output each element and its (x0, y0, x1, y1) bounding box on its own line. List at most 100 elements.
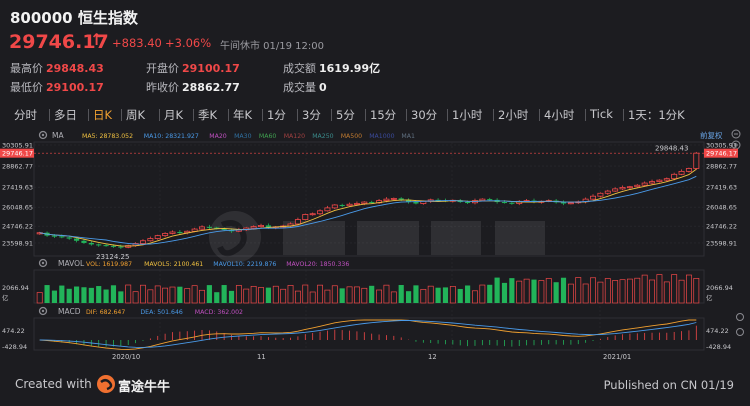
volume-bar (243, 288, 250, 304)
volume-bar (509, 278, 515, 303)
price-tick: 30305.91 (2, 142, 33, 150)
volume-bar (125, 284, 132, 304)
volume-bar (405, 291, 412, 303)
tab-9[interactable]: 5分 (336, 107, 355, 123)
volume-bar (59, 285, 65, 303)
volume-bar (567, 283, 574, 304)
volume-bar (154, 285, 161, 304)
brand-name: 富途牛牛 (118, 380, 171, 395)
volume-bar (177, 286, 183, 303)
volume-bar (132, 291, 139, 304)
volume-bar (361, 287, 368, 304)
tab-2[interactable]: 日K (93, 107, 112, 123)
tab-separator (193, 109, 194, 121)
time-tick: 12 (428, 353, 437, 361)
price-tick: 26048.65 (2, 204, 33, 212)
candle-body (169, 231, 176, 234)
volume-bar (169, 286, 176, 304)
adjust-button[interactable]: 前复权 (700, 130, 723, 140)
tab-1[interactable]: 多日 (54, 107, 77, 123)
candle-body (590, 195, 597, 200)
tab-separator (88, 109, 89, 121)
volume-bar (103, 289, 109, 303)
stat-low: 最低价 29100.17 (10, 81, 104, 94)
legend-item-1: MAVOL5: 2100.461 (144, 261, 203, 268)
legend-item-2: MA20 (209, 133, 227, 140)
volume-bar (214, 292, 220, 303)
candle-body (634, 184, 641, 188)
tab-6[interactable]: 年K (233, 107, 252, 123)
candle-body (81, 240, 87, 243)
tab-7[interactable]: 1分 (267, 107, 286, 123)
tab-separator (623, 109, 624, 121)
futu-logo-icon (97, 375, 115, 393)
legend-item-6: MA250 (312, 133, 333, 140)
tab-separator (365, 109, 366, 121)
candle-body (567, 202, 574, 205)
tab-10[interactable]: 15分 (370, 107, 396, 123)
market-status: 午间休市 01/19 12:00 (220, 41, 324, 52)
volume-bar (420, 288, 427, 304)
volume-bar (626, 278, 633, 304)
volume-bar (465, 285, 471, 303)
tab-separator (159, 109, 160, 121)
volume-bar (140, 284, 146, 304)
volume-bar (656, 274, 663, 304)
volume-bar (671, 274, 678, 304)
price-tick-right: 23598.91 (706, 239, 737, 247)
candle-body (612, 188, 619, 192)
candle-body (604, 190, 611, 194)
volume-bar (649, 279, 655, 304)
candle-body (619, 187, 626, 190)
candle-body (678, 170, 685, 175)
volume-bar (221, 285, 227, 303)
volume-bar (309, 291, 316, 304)
candle-body (361, 201, 368, 204)
tab-separator (331, 109, 332, 121)
candle-body (317, 210, 324, 215)
tab-12[interactable]: 1小时 (452, 107, 482, 123)
volume-bar (118, 291, 124, 303)
mavol-label: MAVOL (58, 259, 85, 268)
volume-axis-tick-right: 2066.94 (706, 284, 733, 292)
volume-bar (36, 292, 43, 304)
tab-15[interactable]: Tick (590, 107, 613, 121)
volume-bar (494, 277, 500, 303)
stat-prev-close: 昨收价 28862.77 (146, 81, 240, 94)
candle-body (162, 233, 169, 237)
tab-8[interactable]: 3分 (302, 107, 321, 123)
volume-bar (235, 285, 242, 304)
tab-13[interactable]: 2小时 (498, 107, 528, 123)
volume-axis-unit: 亿 (2, 293, 9, 302)
page-title: 800000 恒生指数 (10, 7, 138, 28)
tab-0[interactable]: 分时 (14, 107, 37, 123)
tab-3[interactable]: 周K (126, 107, 145, 123)
volume-bar (44, 285, 50, 303)
candle-body (199, 226, 205, 230)
candle-body (96, 244, 102, 246)
legend-item-1: DEA: 501.646 (140, 309, 182, 316)
volume-bar (597, 281, 604, 304)
macd-axis-top: 474.22 (2, 327, 25, 335)
candle-body (560, 202, 567, 204)
volume-bar (51, 290, 58, 303)
tab-16[interactable]: 1天：1分K (628, 107, 685, 123)
candle-body (110, 245, 117, 247)
tab-separator (539, 109, 540, 121)
volume-bar (317, 284, 323, 304)
tab-separator (228, 109, 229, 121)
kline-chart[interactable]: MA MA5: 28783.052 MA10: 28321.927 MA20 MA30… (0, 127, 750, 362)
time-tick: 11 (257, 353, 266, 361)
volume-bar (398, 285, 404, 303)
tab-4[interactable]: 月K (164, 107, 183, 123)
price-change: +883.40 (112, 36, 162, 50)
tab-5[interactable]: 季K (198, 107, 217, 123)
tab-14[interactable]: 4小时 (544, 107, 574, 123)
volume-bar (272, 285, 279, 304)
tab-11[interactable]: 30分 (411, 107, 437, 123)
stat-open: 开盘价 29100.17 (146, 62, 240, 75)
legend-item-1: MA10: 28321.927 (144, 133, 199, 140)
ma-label: MA (52, 131, 64, 140)
candle-body (51, 235, 58, 237)
volume-bar (324, 289, 331, 304)
